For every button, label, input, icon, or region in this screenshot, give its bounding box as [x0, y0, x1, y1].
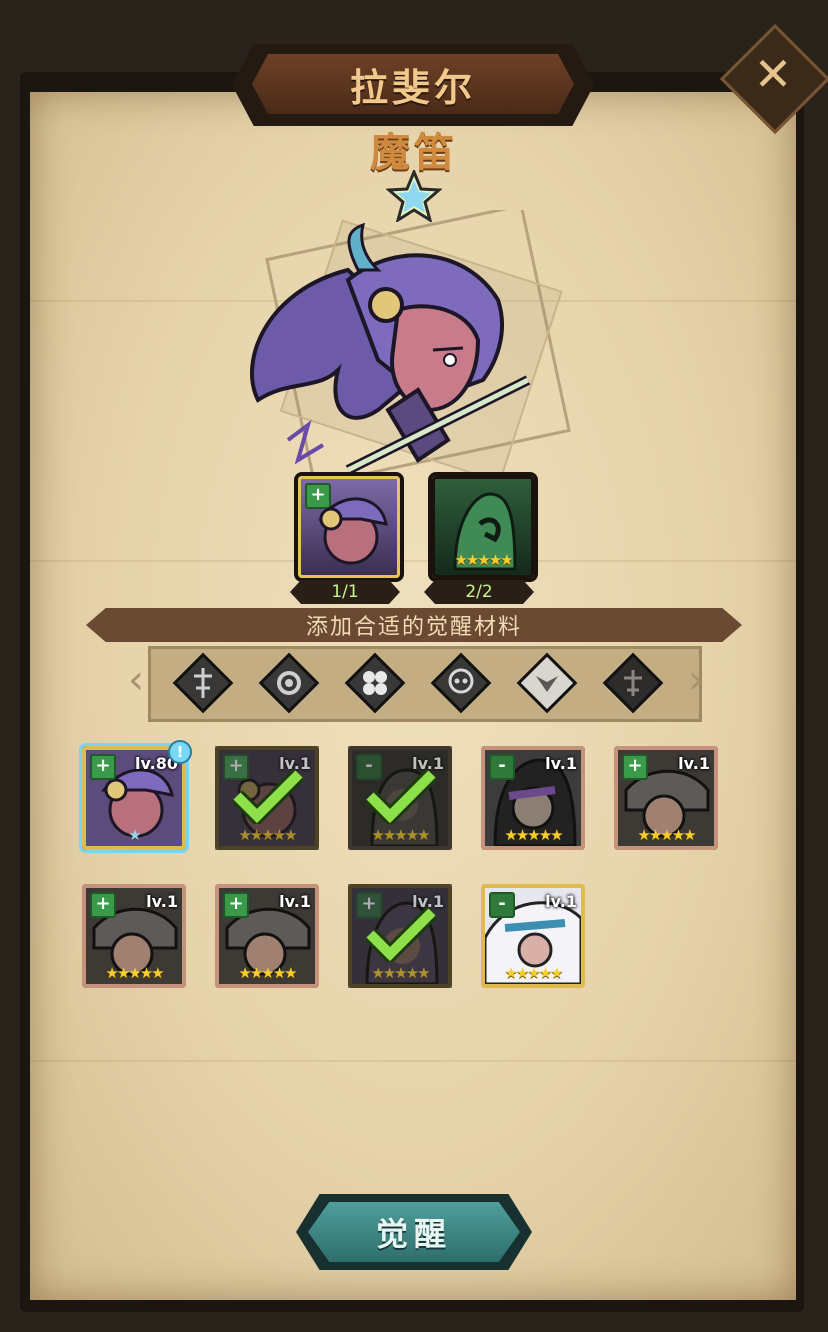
hero-card[interactable]: - lv.1 ★★★★★: [481, 746, 585, 850]
plus-badge-icon: +: [90, 892, 116, 918]
card-level: lv.1: [678, 754, 710, 773]
instruction-banner: 添加合适的觉醒材料: [86, 608, 742, 642]
hero-face-icon: [318, 497, 388, 565]
material-slot-hero[interactable]: +: [298, 476, 400, 578]
hero-card[interactable]: + lv.1 ★★★★★: [82, 884, 186, 988]
awaken-button[interactable]: 觉醒: [308, 1202, 520, 1262]
bandage-badge-icon: -: [489, 892, 515, 918]
rarity-stars: ★★★★★: [504, 964, 563, 982]
rarity-stars: ★★★★★: [371, 964, 430, 982]
check-icon: [366, 906, 436, 962]
rarity-stars: ★: [128, 826, 141, 844]
card-level: lv.1: [279, 892, 311, 911]
hero-name: 拉斐尔: [349, 65, 476, 110]
rarity-stars: ★★★★★: [637, 826, 696, 844]
hero-card[interactable]: + lv.1 ★★★★★: [215, 884, 319, 988]
instruction-text: 添加合适的觉醒材料: [305, 615, 522, 640]
card-level: lv.1: [545, 892, 577, 911]
card-level: lv.1: [146, 892, 178, 911]
check-icon: [366, 768, 436, 824]
close-icon[interactable]: ✕: [745, 46, 801, 102]
rarity-stars: ★★★★★: [238, 826, 297, 844]
bandage-badge-icon: -: [489, 754, 515, 780]
demon-icon[interactable]: [602, 652, 664, 714]
hero-card[interactable]: + lv.1 ★★★★★: [215, 746, 319, 850]
chevron-left-icon[interactable]: ‹: [128, 652, 144, 708]
card-level: lv.1: [545, 754, 577, 773]
material-counter: 2/2: [424, 580, 534, 604]
plus-badge-icon: +: [90, 754, 116, 780]
rarity-stars: ★★★★★: [105, 964, 164, 982]
awaken-label: 觉醒: [375, 1215, 452, 1253]
hero-card[interactable]: + lv.80 ★ !: [82, 740, 192, 850]
clover-icon[interactable]: [344, 652, 406, 714]
rarity-stars: ★★★★★: [454, 551, 513, 569]
rarity-stars: ★★★★★: [504, 826, 563, 844]
hero-card[interactable]: - lv.1 ★★★★★: [481, 884, 585, 988]
hero-portrait: [250, 210, 571, 487]
elf-icon[interactable]: [172, 652, 234, 714]
skull-icon[interactable]: [430, 652, 492, 714]
plus-badge-icon: +: [223, 892, 249, 918]
hero-card[interactable]: + lv.1 ★★★★★: [614, 746, 718, 850]
rarity-stars: ★★★★★: [238, 964, 297, 982]
crest-icon[interactable]: [516, 652, 578, 714]
chevron-right-icon[interactable]: ›: [688, 652, 704, 708]
hero-card[interactable]: - lv.1 ★★★★★: [348, 746, 452, 850]
rarity-stars: ★★★★★: [371, 826, 430, 844]
paper-texture-line: [30, 560, 796, 562]
material-slot-generic[interactable]: ★★★★★: [432, 476, 534, 578]
gear-icon[interactable]: [258, 652, 320, 714]
hero-card[interactable]: + lv.1 ★★★★★: [348, 884, 452, 988]
material-counter: 1/1: [290, 580, 400, 604]
title-banner: 拉斐尔: [252, 54, 574, 114]
check-icon: [233, 768, 303, 824]
alert-icon: !: [168, 740, 192, 764]
paper-texture-line: [30, 1060, 796, 1062]
plus-badge-icon: +: [622, 754, 648, 780]
